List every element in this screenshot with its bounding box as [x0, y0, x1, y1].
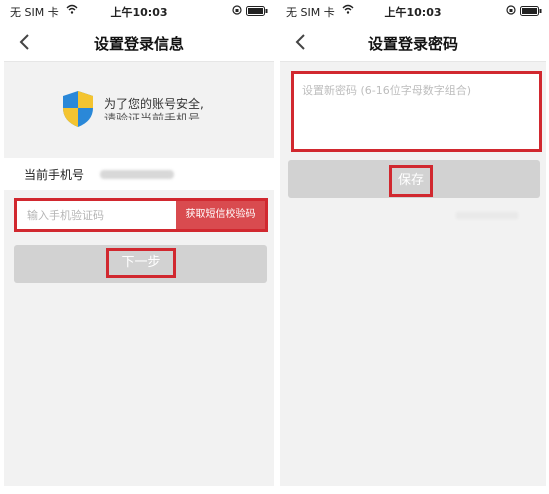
screen-set-login-password: 无 SIM 卡 上午10:03 设置登录密码 保存	[280, 0, 546, 486]
status-bar: 无 SIM 卡 上午10:03	[4, 0, 274, 22]
lock-rotation-icon	[232, 5, 242, 15]
page-title: 设置登录密码	[367, 35, 458, 53]
current-phone-row: 当前手机号	[4, 158, 274, 190]
lock-rotation-icon	[506, 5, 516, 15]
verification-code-input[interactable]	[27, 209, 177, 222]
next-step-button[interactable]: 下一步	[14, 245, 267, 283]
phone-label: 当前手机号	[24, 168, 85, 182]
banner-text-partial: 请验证当前手机号	[104, 112, 201, 120]
battery-icon	[246, 6, 268, 16]
next-step-label: 下一步	[106, 248, 176, 278]
security-banner: 为了您的账号安全, 请验证当前手机号	[4, 63, 274, 153]
phone-number-redacted	[100, 170, 174, 179]
get-sms-code-button[interactable]: 获取短信校验码	[176, 201, 265, 229]
faded-artifact	[456, 212, 518, 219]
banner-text: 为了您的账号安全,	[104, 97, 204, 111]
battery-icon	[520, 6, 542, 16]
page-title: 设置登录信息	[93, 35, 184, 53]
verification-code-row: 获取短信校验码	[14, 198, 268, 232]
save-label: 保存	[389, 165, 433, 197]
new-password-box	[291, 71, 542, 152]
screen-set-login-info: 无 SIM 卡 上午10:03 设置登录信息 为了您的账号安全, 请验证当前手机…	[4, 0, 274, 486]
shield-icon	[63, 91, 93, 127]
status-bar: 无 SIM 卡 上午10:03	[280, 0, 546, 22]
nav-bar: 设置登录信息	[4, 22, 274, 62]
save-button[interactable]: 保存	[288, 160, 540, 198]
nav-bar: 设置登录密码	[280, 22, 546, 62]
new-password-input[interactable]	[302, 82, 532, 142]
